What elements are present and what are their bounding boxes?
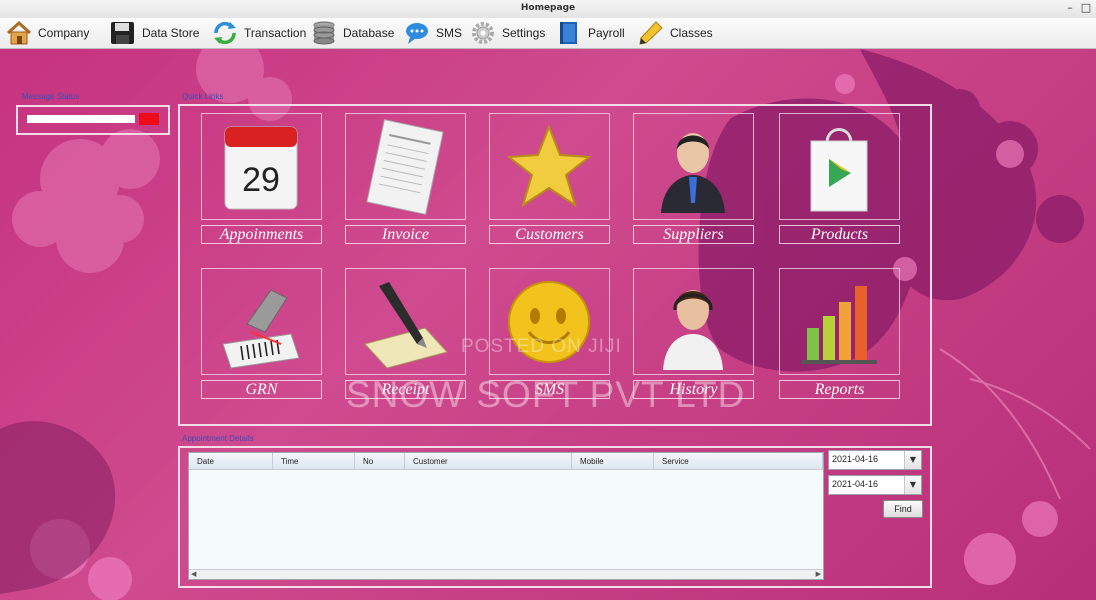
column-header-customer[interactable]: Customer — [405, 453, 572, 469]
message-status-indicator — [139, 113, 159, 125]
book-icon — [560, 22, 577, 44]
tile-label: GRN — [201, 380, 322, 399]
menu-label: Classes — [670, 26, 713, 40]
watermark-line-2: SNOW SOFT PVT LTD — [346, 374, 746, 415]
tile-label: Appoinments — [201, 225, 322, 244]
house-icon — [6, 21, 32, 45]
calendar-icon: 29 — [224, 126, 298, 210]
tile-label: Invoice — [345, 225, 466, 244]
menu-database[interactable]: Database — [311, 20, 394, 46]
menu-label: Payroll — [588, 26, 625, 40]
date-to-value: 2021-04-16 — [832, 479, 879, 489]
pencil-icon — [639, 21, 663, 45]
date-from-value: 2021-04-16 — [832, 454, 879, 464]
menu-payroll[interactable]: Payroll — [556, 20, 625, 46]
speech-bubble-icon — [406, 23, 428, 44]
barcode-scanner-icon — [222, 289, 300, 369]
appointments-label: Appointment Details — [182, 434, 254, 443]
tile-label: Customers — [489, 225, 610, 244]
horizontal-scrollbar[interactable]: ◀ ▶ — [189, 569, 823, 579]
message-status-bar — [27, 115, 135, 123]
maximize-button[interactable]: □ — [1080, 2, 1092, 15]
shopping-bag-icon — [810, 128, 868, 212]
quick-links-label: Quick Links — [182, 92, 224, 101]
floppy-disk-icon — [111, 22, 134, 44]
menu-label: Data Store — [142, 26, 200, 40]
tile-label: Products — [779, 225, 900, 244]
menu-data-store[interactable]: Data Store — [110, 20, 199, 46]
svg-text:29: 29 — [242, 161, 280, 199]
appointments-table[interactable]: Date Time No Customer Mobile Service ◀ ▶ — [188, 452, 824, 580]
message-status-label: Message Status — [22, 92, 80, 101]
menu-classes[interactable]: Classes — [638, 20, 713, 46]
column-header-time[interactable]: Time — [273, 453, 355, 469]
find-button[interactable]: Find — [883, 500, 923, 518]
menu-settings[interactable]: Settings — [470, 20, 545, 46]
main-menu: Company Data Store Transaction Database … — [0, 18, 1096, 49]
pen-paper-icon — [364, 282, 448, 369]
title-bar: Homepage – □ — [0, 0, 1096, 19]
scroll-right-icon[interactable]: ▶ — [816, 570, 821, 579]
column-header-date[interactable]: Date — [189, 453, 273, 469]
column-header-mobile[interactable]: Mobile — [572, 453, 654, 469]
content-area: Message Status Quick Links 29 Appoinment… — [0, 49, 1096, 600]
menu-label: SMS — [436, 26, 463, 40]
headset-person-icon — [663, 290, 723, 370]
tile-label: Reports — [779, 380, 900, 399]
window-title: Homepage — [520, 3, 576, 13]
date-from-picker[interactable]: 2021-04-16 ▼ — [828, 450, 922, 470]
table-header: Date Time No Customer Mobile Service — [189, 453, 823, 470]
minimize-button[interactable]: – — [1064, 2, 1076, 15]
gear-icon — [472, 22, 494, 44]
database-icon — [313, 21, 335, 45]
message-status-panel — [16, 105, 170, 135]
menu-transaction[interactable]: Transaction — [212, 20, 306, 46]
menu-label: Company — [38, 26, 90, 40]
menu-label: Database — [343, 26, 395, 40]
invoice-icon — [366, 119, 444, 215]
star-icon — [506, 124, 592, 208]
menu-company[interactable]: Company — [6, 20, 89, 46]
watermark-line-1: POSTED ON JIJI — [461, 336, 622, 357]
refresh-arrows-icon — [214, 21, 236, 45]
column-header-service[interactable]: Service — [654, 453, 823, 469]
date-to-picker[interactable]: 2021-04-16 ▼ — [828, 475, 922, 495]
chevron-down-icon[interactable]: ▼ — [904, 451, 921, 469]
businessman-icon — [661, 133, 725, 213]
bar-chart-icon — [801, 286, 877, 364]
scroll-left-icon[interactable]: ◀ — [191, 570, 196, 579]
column-header-no[interactable]: No — [355, 453, 405, 469]
menu-sms[interactable]: SMS — [404, 20, 462, 46]
appointments-panel: Date Time No Customer Mobile Service ◀ ▶… — [178, 446, 932, 588]
tile-label: Suppliers — [633, 225, 754, 244]
menu-label: Transaction — [244, 26, 307, 40]
chevron-down-icon[interactable]: ▼ — [904, 476, 921, 494]
menu-label: Settings — [502, 26, 546, 40]
